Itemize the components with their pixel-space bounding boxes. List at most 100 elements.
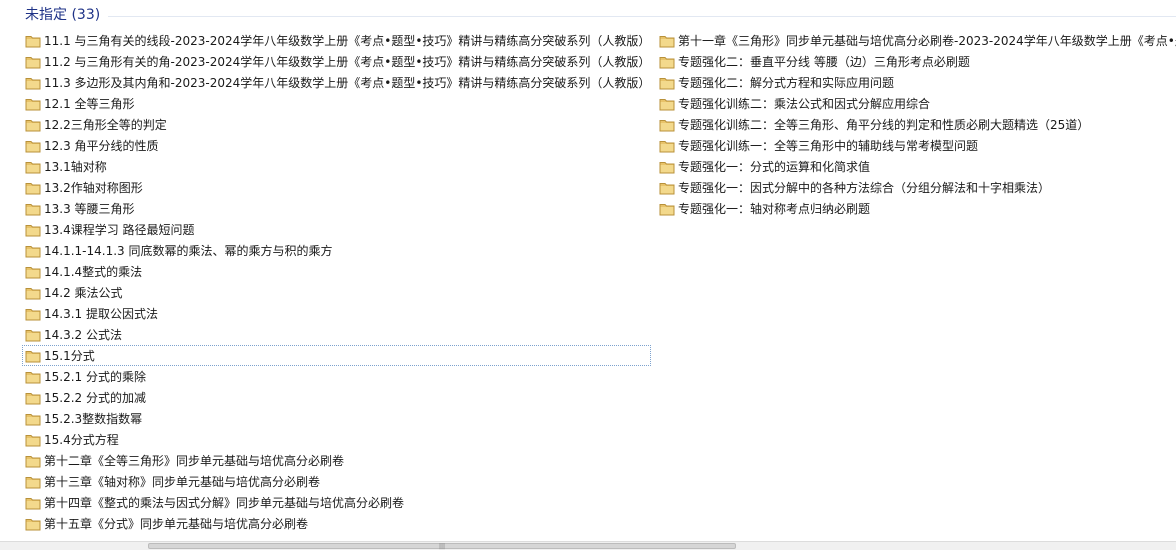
folder-item-label: 13.2作轴对称图形: [44, 180, 143, 195]
folder-item-label: 专题强化二：解分式方程和实际应用问题: [678, 75, 895, 90]
folder-icon: [25, 265, 41, 279]
folder-item[interactable]: 13.1轴对称: [22, 156, 651, 177]
folder-item-label: 第十五章《分式》同步单元基础与培优高分必刷卷: [44, 516, 309, 531]
folder-icon: [25, 139, 41, 153]
group-header[interactable]: 未指定 (33): [0, 0, 1176, 30]
folder-item-label: 专题强化一：因式分解中的各种方法综合（分组分解法和十字相乘法）: [678, 180, 1051, 195]
folder-item-label: 13.4课程学习 路径最短问题: [44, 222, 195, 237]
folder-icon: [659, 139, 675, 153]
folder-item-label: 专题强化训练二：全等三角形、角平分线的判定和性质必刷大题精选（25道）: [678, 117, 1090, 132]
folder-item-label: 14.1.1-14.1.3 同底数幂的乘法、幂的乘方与积的乘方: [44, 243, 333, 258]
folder-item-label: 11.3 多边形及其内角和-2023-2024学年八年级数学上册《考点•题型•技…: [44, 75, 651, 90]
folder-item[interactable]: 12.1 全等三角形: [22, 93, 651, 114]
folder-icon: [25, 475, 41, 489]
scrollbar-thumb[interactable]: |||: [148, 543, 736, 550]
folder-icon: [659, 118, 675, 132]
folder-icon: [25, 181, 41, 195]
folder-icon: [659, 160, 675, 174]
folder-item[interactable]: 11.2 与三角形有关的角-2023-2024学年八年级数学上册《考点•题型•技…: [22, 51, 651, 72]
folder-icon: [659, 97, 675, 111]
folder-icon: [659, 202, 675, 216]
folder-icon: [25, 76, 41, 90]
folder-icon: [25, 454, 41, 468]
folder-item[interactable]: 第十一章《三角形》同步单元基础与培优高分必刷卷-2023-2024学年八年级数学…: [656, 30, 1176, 51]
folder-item-label: 12.3 角平分线的性质: [44, 138, 159, 153]
folder-item-label: 15.2.2 分式的加减: [44, 390, 146, 405]
folder-item[interactable]: 专题强化一：轴对称考点归纳必刷题: [656, 198, 1176, 219]
folder-item-label: 13.1轴对称: [44, 159, 107, 174]
folder-item[interactable]: 第十五章《分式》同步单元基础与培优高分必刷卷: [22, 513, 651, 534]
folder-icon: [659, 34, 675, 48]
folder-icon: [25, 55, 41, 69]
folder-item-label: 第十一章《三角形》同步单元基础与培优高分必刷卷-2023-2024学年八年级数学…: [678, 33, 1176, 48]
folder-icon: [25, 517, 41, 531]
folder-item[interactable]: 专题强化训练二：全等三角形、角平分线的判定和性质必刷大题精选（25道）: [656, 114, 1176, 135]
folder-icon: [25, 223, 41, 237]
folder-item[interactable]: 15.2.1 分式的乘除: [22, 366, 651, 387]
group-title[interactable]: 未指定 (33): [25, 6, 100, 24]
folder-item[interactable]: 14.3.1 提取公因式法: [22, 303, 651, 324]
folder-item-label: 12.1 全等三角形: [44, 96, 135, 111]
folder-item[interactable]: 专题强化二：垂直平分线 等腰（边）三角形考点必刷题: [656, 51, 1176, 72]
folder-icon: [25, 412, 41, 426]
folder-item-label: 15.1分式: [44, 348, 95, 363]
folder-item-label: 11.2 与三角形有关的角-2023-2024学年八年级数学上册《考点•题型•技…: [44, 54, 651, 69]
folder-icon: [25, 97, 41, 111]
folder-icon: [659, 181, 675, 195]
folder-item-label: 14.2 乘法公式: [44, 285, 123, 300]
folder-item-label: 第十三章《轴对称》同步单元基础与培优高分必刷卷: [44, 474, 321, 489]
folder-item[interactable]: 专题强化训练一：全等三角形中的辅助线与常考模型问题: [656, 135, 1176, 156]
folder-item-label: 14.3.1 提取公因式法: [44, 306, 158, 321]
folder-icon: [25, 34, 41, 48]
folder-item[interactable]: 第十三章《轴对称》同步单元基础与培优高分必刷卷: [22, 471, 651, 492]
folder-item-label: 专题强化二：垂直平分线 等腰（边）三角形考点必刷题: [678, 54, 970, 69]
grip-icon: |||: [438, 543, 446, 550]
folder-item[interactable]: 专题强化一：因式分解中的各种方法综合（分组分解法和十字相乘法）: [656, 177, 1176, 198]
folder-item[interactable]: 14.2 乘法公式: [22, 282, 651, 303]
folder-item[interactable]: 15.2.3整数指数幂: [22, 408, 651, 429]
folder-item[interactable]: 专题强化二：解分式方程和实际应用问题: [656, 72, 1176, 93]
folder-item-label: 14.3.2 公式法: [44, 327, 122, 342]
folder-icon: [25, 349, 41, 363]
folder-icon: [25, 433, 41, 447]
folder-item-label: 第十四章《整式的乘法与因式分解》同步单元基础与培优高分必刷卷: [44, 495, 405, 510]
folder-item[interactable]: 11.3 多边形及其内角和-2023-2024学年八年级数学上册《考点•题型•技…: [22, 72, 651, 93]
folder-icon: [25, 160, 41, 174]
folder-item[interactable]: 15.2.2 分式的加减: [22, 387, 651, 408]
folder-item[interactable]: 14.3.2 公式法: [22, 324, 651, 345]
folder-icon: [25, 202, 41, 216]
folder-icon: [25, 307, 41, 321]
folder-item-label: 第十二章《全等三角形》同步单元基础与培优高分必刷卷: [44, 453, 345, 468]
folder-item[interactable]: 13.4课程学习 路径最短问题: [22, 219, 651, 240]
folder-item-label: 14.1.4整式的乘法: [44, 264, 143, 279]
folder-item[interactable]: 14.1.4整式的乘法: [22, 261, 651, 282]
folder-item-label: 专题强化训练一：全等三角形中的辅助线与常考模型问题: [678, 138, 979, 153]
folder-icon: [659, 55, 675, 69]
folder-icon: [659, 76, 675, 90]
folder-item-label: 11.1 与三角有关的线段-2023-2024学年八年级数学上册《考点•题型•技…: [44, 33, 651, 48]
folder-icon: [25, 391, 41, 405]
folder-icon: [25, 328, 41, 342]
folder-item[interactable]: 第十二章《全等三角形》同步单元基础与培优高分必刷卷: [22, 450, 651, 471]
folder-item-label: 12.2三角形全等的判定: [44, 117, 167, 132]
folder-item[interactable]: 专题强化训练二：乘法公式和因式分解应用综合: [656, 93, 1176, 114]
folder-item[interactable]: 第十四章《整式的乘法与因式分解》同步单元基础与培优高分必刷卷: [22, 492, 651, 513]
folder-item-label: 13.3 等腰三角形: [44, 201, 135, 216]
folder-item-label: 专题强化一：轴对称考点归纳必刷题: [678, 201, 871, 216]
folder-item[interactable]: 12.2三角形全等的判定: [22, 114, 651, 135]
folder-icon: [25, 118, 41, 132]
folder-item[interactable]: 13.3 等腰三角形: [22, 198, 651, 219]
folder-item-label: 15.2.3整数指数幂: [44, 411, 143, 426]
folder-item-label: 15.4分式方程: [44, 432, 119, 447]
folder-item-label: 专题强化一：分式的运算和化简求值: [678, 159, 871, 174]
folder-item-label: 15.2.1 分式的乘除: [44, 369, 146, 384]
folder-item[interactable]: 12.3 角平分线的性质: [22, 135, 651, 156]
folder-item[interactable]: 专题强化一：分式的运算和化简求值: [656, 156, 1176, 177]
folder-icon: [25, 370, 41, 384]
file-list-right-column: 第十一章《三角形》同步单元基础与培优高分必刷卷-2023-2024学年八年级数学…: [656, 30, 1176, 219]
folder-item[interactable]: 15.1分式: [22, 345, 652, 366]
folder-item[interactable]: 11.1 与三角有关的线段-2023-2024学年八年级数学上册《考点•题型•技…: [22, 30, 651, 51]
folder-item[interactable]: 13.2作轴对称图形: [22, 177, 651, 198]
folder-item[interactable]: 14.1.1-14.1.3 同底数幂的乘法、幂的乘方与积的乘方: [22, 240, 651, 261]
folder-item[interactable]: 15.4分式方程: [22, 429, 651, 450]
